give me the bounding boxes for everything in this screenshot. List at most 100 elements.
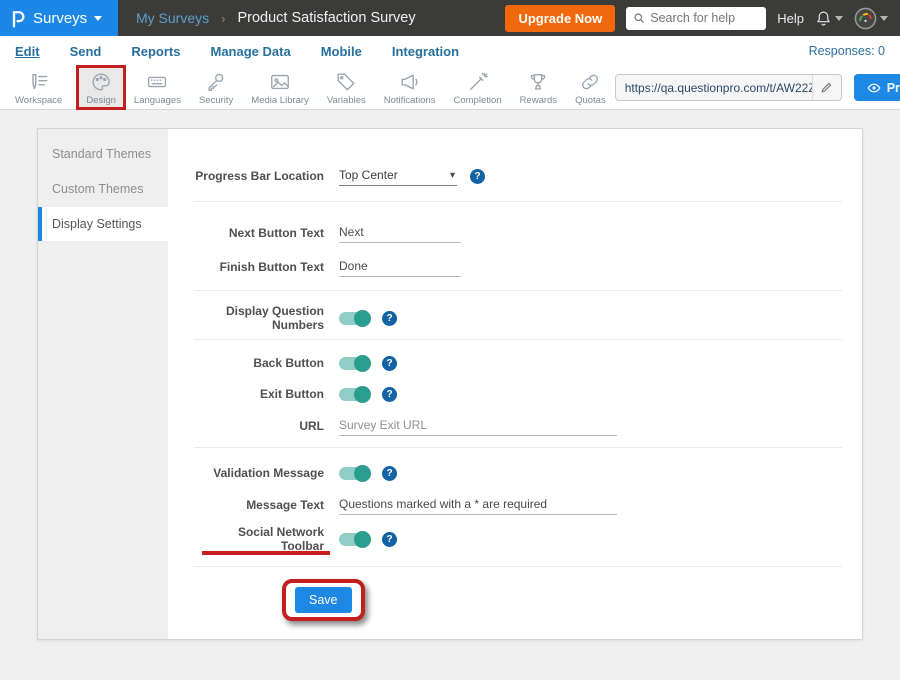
social-network-toolbar-toggle[interactable] [339,533,369,546]
progress-bar-location-row: Progress Bar Location Top Center ▾ ? [194,165,842,187]
questionpro-logo-icon [10,9,26,28]
toolbar-item-label: Media Library [251,95,309,106]
themes-sidebar: Standard Themes Custom Themes Display Se… [38,129,168,639]
next-button-text-input[interactable] [339,223,461,243]
preview-button[interactable]: Preview [854,74,900,101]
save-button[interactable]: Save [295,587,352,613]
toolbar-item-languages[interactable]: Languages [125,66,190,109]
breadcrumb-separator: › [221,11,225,26]
tab-send[interactable]: Send [70,44,102,59]
sidebar-item-standard-themes[interactable]: Standard Themes [38,137,168,171]
section-divider [194,201,842,202]
languages-icon [146,71,168,93]
help-search-input[interactable] [650,11,759,25]
product-name: Surveys [33,10,87,27]
tab-integration[interactable]: Integration [392,44,459,59]
toolbar-item-quotas[interactable]: Quotas [566,66,615,109]
progress-bar-location-label: Progress Bar Location [194,169,324,183]
link-icon [579,71,601,93]
help-icon[interactable]: ? [382,356,397,371]
toolbar-right: https://qa.questionpro.com/t/AW22Zcq2J P… [615,66,900,109]
search-icon [633,12,645,24]
help-search[interactable] [626,7,766,30]
trophy-icon [527,71,549,93]
help-link[interactable]: Help [777,11,804,26]
magic-wand-icon [467,71,489,93]
product-switcher[interactable]: Surveys [0,0,118,36]
toolbar-item-label: Notifications [384,95,436,106]
section-divider [194,290,842,291]
upgrade-now-button[interactable]: Upgrade Now [505,5,615,32]
section-divider [194,447,842,448]
finish-button-text-row: Finish Button Text [194,256,842,278]
exit-button-toggle[interactable] [339,388,369,401]
exit-url-label: URL [194,419,324,433]
help-icon[interactable]: ? [382,532,397,547]
next-button-text-label: Next Button Text [194,226,324,240]
toolbar-item-completion[interactable]: Completion [445,66,511,109]
display-question-numbers-toggle[interactable] [339,312,369,325]
toolbar-item-label: Design [86,95,116,106]
next-button-text-row: Next Button Text [194,222,842,244]
validation-message-toggle[interactable] [339,467,369,480]
message-text-label: Message Text [194,498,324,512]
tab-manage-data[interactable]: Manage Data [210,44,290,59]
exit-button-label: Exit Button [194,387,324,401]
security-icon [205,71,227,93]
toolbar-item-label: Security [199,95,233,106]
breadcrumb: My Surveys › Product Satisfaction Survey [136,10,416,26]
tab-reports[interactable]: Reports [131,44,180,59]
back-button-row: Back Button ? [194,352,842,374]
toolbar-item-label: Languages [134,95,181,106]
toolbar-item-label: Rewards [520,95,558,106]
finish-button-text-input[interactable] [339,257,461,277]
notifications-menu[interactable] [815,10,843,27]
validation-message-label: Validation Message [194,466,324,480]
toolbar-item-label: Completion [454,95,502,106]
media-library-icon [269,71,291,93]
sidebar-item-custom-themes[interactable]: Custom Themes [38,172,168,206]
breadcrumb-my-surveys[interactable]: My Surveys [136,10,209,26]
toolbar-item-label: Quotas [575,95,606,106]
bell-icon [815,10,832,27]
toolbar-item-rewards[interactable]: Rewards [511,66,567,109]
workspace-icon [28,71,50,93]
social-network-toolbar-label: Social Network Toolbar [194,525,324,553]
exit-button-row: Exit Button ? [194,383,842,405]
chevron-down-icon [94,16,102,21]
tab-edit[interactable]: Edit [15,44,40,59]
back-button-toggle[interactable] [339,357,369,370]
display-question-numbers-row: Display Question Numbers ? [194,307,842,329]
help-icon[interactable]: ? [382,387,397,402]
tab-mobile[interactable]: Mobile [321,44,362,59]
toolbar-item-security[interactable]: Security [190,66,242,109]
section-divider [194,566,842,567]
help-icon[interactable]: ? [470,169,485,184]
display-settings-panel: Standard Themes Custom Themes Display Se… [37,128,863,640]
help-icon[interactable]: ? [382,466,397,481]
progress-bar-location-select[interactable]: Top Center ▾ [339,166,457,186]
edit-url-button[interactable] [812,75,841,100]
message-text-input[interactable] [339,495,617,515]
save-highlight-annotation: Save [282,579,365,621]
toggle-knob [354,386,371,403]
avatar [854,7,877,30]
account-menu[interactable] [854,7,888,30]
help-icon[interactable]: ? [382,311,397,326]
toolbar-item-design[interactable]: Design [77,66,125,109]
toolbar-item-notifications[interactable]: Notifications [375,66,445,109]
chevron-down-icon: ▾ [450,170,455,181]
section-divider [194,339,842,340]
toolbar-item-label: Workspace [15,95,62,106]
design-icon [90,71,112,93]
edit-toolbar: Workspace Design Languages Security Medi… [0,66,900,110]
survey-url[interactable]: https://qa.questionpro.com/t/AW22Zcq2J [616,81,812,95]
toolbar-item-media-library[interactable]: Media Library [242,66,318,109]
exit-url-input[interactable] [339,416,617,436]
sidebar-item-display-settings[interactable]: Display Settings [38,207,168,241]
toolbar-item-variables[interactable]: Variables [318,66,375,109]
toolbar-item-workspace[interactable]: Workspace [6,66,71,109]
responses-count: Responses: 0 [809,44,885,58]
header-actions: Upgrade Now Help [505,5,900,32]
survey-link-box: https://qa.questionpro.com/t/AW22Zcq2J [615,74,842,101]
